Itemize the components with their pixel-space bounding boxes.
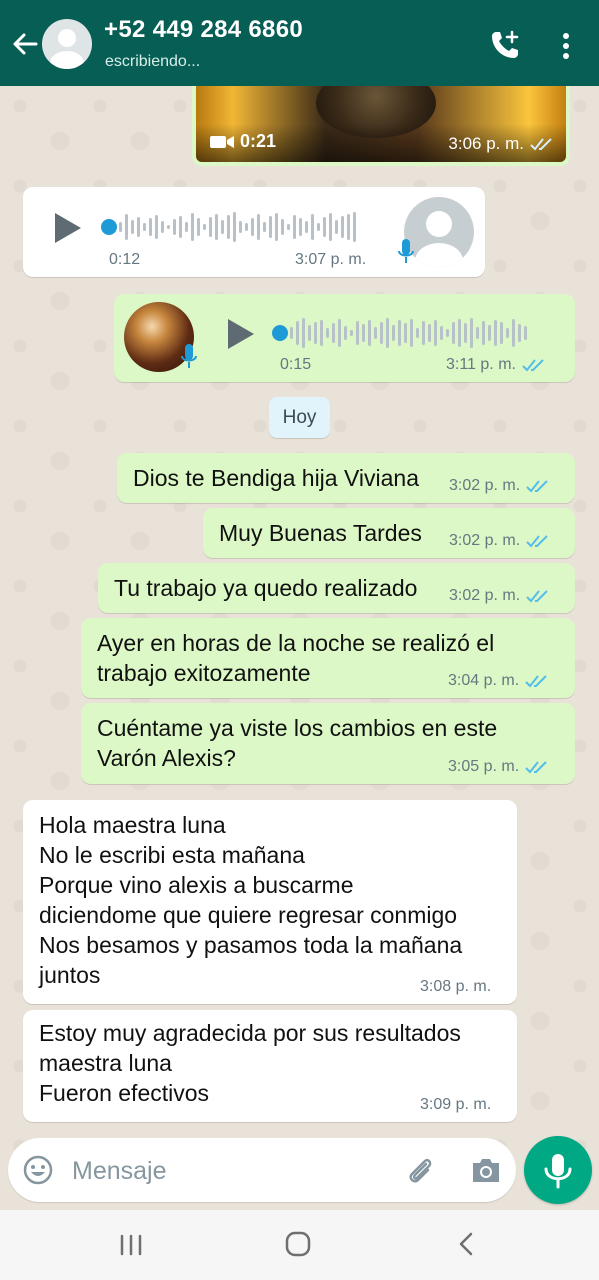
message-outgoing[interactable]: Dios te Bendiga hija Viviana 3:02 p. m.	[117, 453, 575, 503]
camera-icon[interactable]	[470, 1156, 502, 1184]
recent-apps-icon[interactable]	[118, 1232, 144, 1258]
message-text: Estoy muy agradecida por sus resultados	[39, 1020, 461, 1046]
message-time: 3:02 p. m.	[449, 532, 521, 549]
home-icon[interactable]	[284, 1230, 312, 1258]
message-text: Tu trabajo ya quedo realizado	[114, 575, 418, 601]
message-text: Fueron efectivos	[39, 1080, 210, 1106]
microphone-icon	[181, 344, 197, 368]
contact-name[interactable]: +52 449 284 6860	[104, 16, 303, 44]
default-user-icon	[50, 29, 84, 69]
double-check-icon	[530, 138, 552, 151]
back-arrow-icon[interactable]	[8, 26, 40, 62]
double-check-icon	[526, 480, 548, 493]
message-outgoing[interactable]: Tu trabajo ya quedo realizado 3:02 p. m.	[98, 563, 575, 613]
message-text: Cuéntame ya viste los cambios en este	[97, 715, 498, 741]
contact-avatar[interactable]	[42, 19, 92, 69]
microphone-icon	[544, 1154, 572, 1189]
double-check-icon	[525, 675, 547, 688]
play-icon[interactable]	[55, 213, 81, 243]
message-time: 3:04 p. m.	[448, 672, 520, 689]
voice-progress-dot[interactable]	[272, 325, 288, 341]
message-time: 3:02 p. m.	[449, 477, 521, 494]
more-options-icon[interactable]	[555, 30, 577, 62]
message-outgoing[interactable]: Muy Buenas Tardes 3:02 p. m.	[203, 508, 575, 558]
message-input[interactable]	[70, 1152, 374, 1190]
message-time: 3:09 p. m.	[420, 1096, 492, 1113]
system-navigation-bar	[0, 1210, 599, 1280]
message-time: 3:05 p. m.	[448, 758, 520, 775]
message-composer	[8, 1138, 516, 1202]
attach-clip-icon[interactable]	[404, 1154, 436, 1186]
message-text: diciendome que quiere regresar conmigo	[39, 902, 458, 928]
message-text: maestra luna	[39, 1050, 172, 1076]
message-text: Hola maestra luna	[39, 812, 226, 838]
double-check-icon	[525, 761, 547, 774]
message-text: Porque vino alexis a buscarme	[39, 872, 354, 898]
message-time: 3:08 p. m.	[420, 978, 492, 995]
double-check-icon	[522, 359, 544, 372]
message-incoming[interactable]: Estoy muy agradecida por sus resultados …	[23, 1010, 517, 1122]
message-incoming[interactable]: Hola maestra luna No le escribi esta mañ…	[23, 800, 517, 1004]
message-text: Dios te Bendiga hija Viviana	[133, 465, 419, 491]
chat-header: +52 449 284 6860 escribiendo...	[0, 0, 599, 86]
video-camera-icon	[210, 135, 234, 148]
video-message[interactable]: 0:21 3:06 p. m.	[192, 86, 570, 166]
double-check-icon	[526, 590, 548, 603]
voice-waveform[interactable]	[119, 210, 356, 244]
message-time: 3:11 p. m.	[446, 356, 516, 373]
message-text: Ayer en horas de la noche se realizó el	[97, 630, 495, 656]
microphone-icon	[398, 239, 414, 263]
video-duration: 0:21	[240, 131, 277, 151]
voice-record-button[interactable]	[524, 1136, 592, 1204]
message-time: 3:02 p. m.	[449, 587, 521, 604]
play-icon[interactable]	[228, 319, 254, 349]
back-nav-icon[interactable]	[454, 1230, 478, 1258]
voice-progress-dot[interactable]	[101, 219, 117, 235]
message-outgoing[interactable]: Cuéntame ya viste los cambios en este Va…	[81, 703, 575, 784]
date-divider: Hoy	[269, 397, 330, 438]
voice-duration: 0:12	[109, 251, 141, 268]
voice-message-incoming: 0:12 3:07 p. m.	[23, 187, 485, 277]
message-text: trabajo exitozamente	[97, 660, 311, 686]
emoji-icon[interactable]	[22, 1154, 54, 1186]
message-time: 3:07 p. m.	[295, 251, 367, 268]
voice-duration: 0:15	[280, 356, 312, 373]
add-call-icon[interactable]	[488, 28, 522, 62]
voice-message-outgoing: 0:15 3:11 p. m.	[114, 294, 575, 382]
message-text: Varón Alexis?	[97, 745, 236, 771]
message-text: Muy Buenas Tardes	[219, 520, 422, 546]
message-time: 3:06 p. m.	[448, 134, 524, 153]
typing-status: escribiendo...	[105, 53, 201, 70]
double-check-icon	[526, 535, 548, 548]
message-outgoing[interactable]: Ayer en horas de la noche se realizó el …	[81, 618, 575, 698]
message-text: juntos	[39, 962, 101, 988]
voice-waveform[interactable]	[290, 316, 527, 350]
message-text: No le escribi esta mañana	[39, 842, 305, 868]
message-text: Nos besamos y pasamos toda la mañana	[39, 932, 463, 958]
